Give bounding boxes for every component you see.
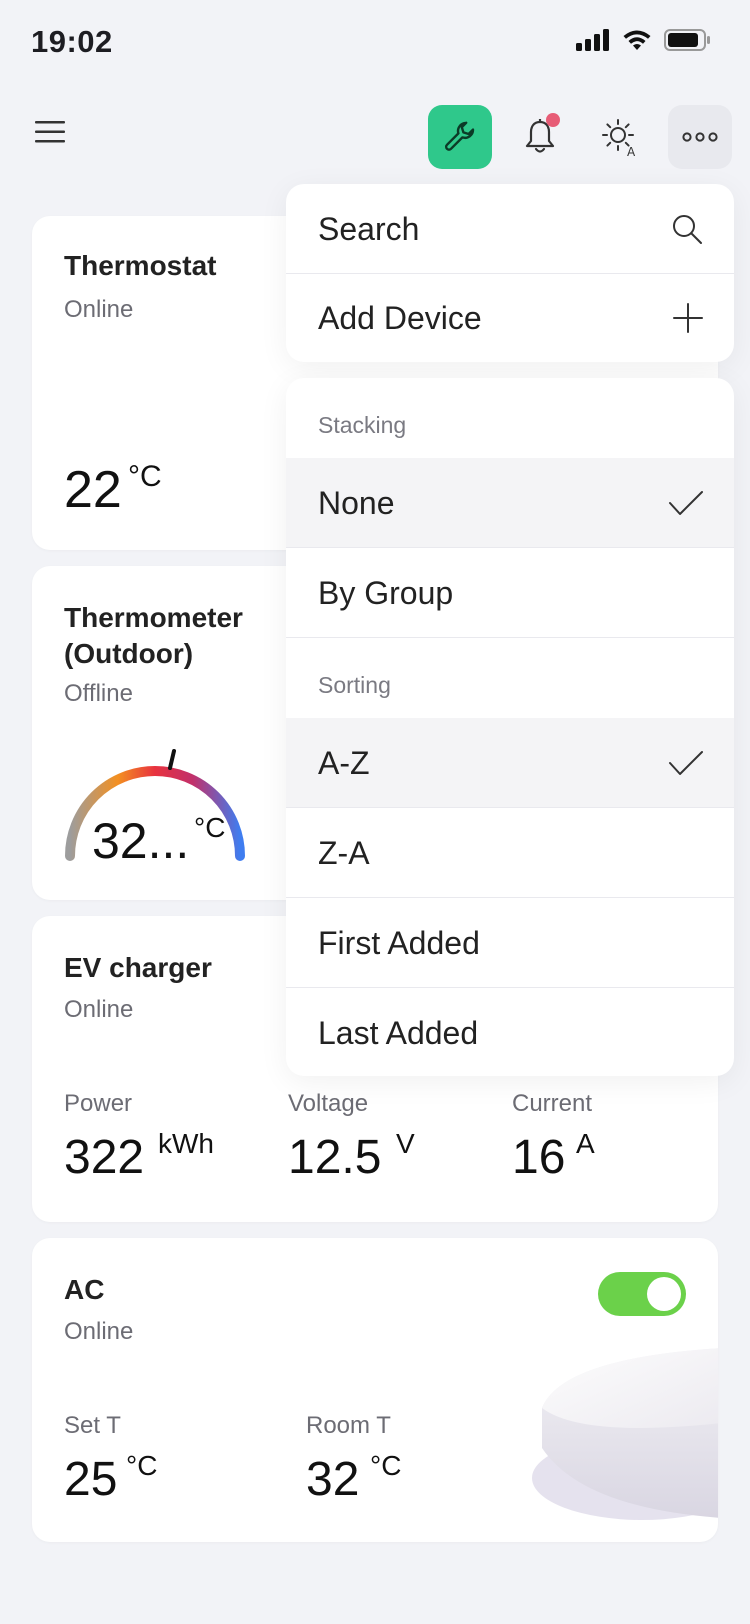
wifi-icon [623,30,651,50]
power-unit: kWh [158,1128,214,1159]
menu-item-label: Add Device [318,299,482,336]
menu-button[interactable] [18,100,82,164]
temperature-value: 32... [92,813,190,869]
cellular-signal-icon [576,29,609,51]
battery-icon [664,29,710,51]
sorting-option-z-a[interactable]: Z-A [286,808,734,898]
voltage-label: Voltage [288,1090,369,1117]
card-status: Online [64,296,134,323]
notification-badge [546,113,560,127]
power-value: 322 [64,1131,145,1184]
toggle-knob [647,1277,681,1311]
wrench-icon [444,121,475,151]
power-label: Power [64,1090,133,1117]
stacking-section-label: Stacking [318,412,407,438]
menu-item-label: None [318,484,395,521]
card-status: Online [64,996,134,1023]
menu-item-add-device[interactable]: Add Device [286,273,734,362]
menu-item-label: Last Added [318,1014,479,1051]
card-title-line2: (Outdoor) [64,638,194,669]
menu-item-label: By Group [318,574,454,611]
divider [286,637,734,638]
hamburger-icon [35,121,65,143]
ac-power-toggle[interactable] [598,1272,686,1316]
sorting-option-a-z[interactable]: A-Z [286,718,734,808]
status-time: 19:02 [31,24,113,59]
notifications-button[interactable] [508,105,572,169]
ac-device-image [532,1348,718,1520]
stacking-option-by-group[interactable]: By Group [286,548,734,638]
search-icon [673,215,702,244]
actions-menu: Search Add Device [286,184,734,362]
card-title-line1: Thermometer [64,602,243,633]
checkmark-icon [669,491,703,515]
menu-item-label: Z-A [318,834,370,871]
room-temperature-unit: °C [370,1450,402,1481]
menu-item-label: A-Z [318,744,370,781]
ac-card[interactable]: AC Online Set T 25 °C Room T 32 °C [32,1238,718,1542]
sorting-option-last-added[interactable]: Last Added [286,988,734,1076]
more-icon [682,132,718,142]
menu-item-label: First Added [318,924,480,961]
menu-item-label: Search [318,210,420,247]
card-title: Thermostat [64,250,217,281]
sun-auto-icon: A [602,119,636,157]
status-bar: 19:02 [0,0,750,88]
view-options-menu: Stacking None By Group Sorting A-Z Z-A F… [286,378,734,1076]
tools-button[interactable] [428,105,492,169]
checkmark-icon [669,751,703,775]
temperature-unit: °C [194,812,226,843]
voltage-unit: V [396,1128,415,1159]
current-unit: A [576,1128,595,1159]
current-label: Current [512,1090,593,1117]
status-icons [576,28,712,52]
theme-button[interactable]: A [588,105,652,169]
menu-item-search[interactable]: Search [286,184,734,274]
room-temperature-value: 32 [306,1453,360,1506]
current-value: 16 [512,1131,566,1184]
voltage-value: 12.5 [288,1131,382,1184]
stacking-option-none[interactable]: None [286,458,734,548]
sorting-section-label: Sorting [318,672,391,698]
svg-text:A: A [627,145,636,157]
card-title: AC [64,1274,105,1305]
gauge-needle [168,749,176,770]
set-temperature-label: Set T [64,1412,121,1439]
plus-icon [673,303,703,333]
card-status: Online [64,1318,134,1345]
sorting-option-first-added[interactable]: First Added [286,898,734,988]
card-status: Offline [64,680,133,707]
temperature-value: 22 [64,461,122,519]
top-toolbar: A [0,100,750,169]
more-button[interactable] [668,105,732,169]
card-title: EV charger [64,952,212,983]
set-temperature-unit: °C [126,1450,158,1481]
room-temperature-label: Room T [306,1412,391,1439]
set-temperature-value: 25 [64,1453,118,1506]
temperature-unit: °C [128,460,162,493]
